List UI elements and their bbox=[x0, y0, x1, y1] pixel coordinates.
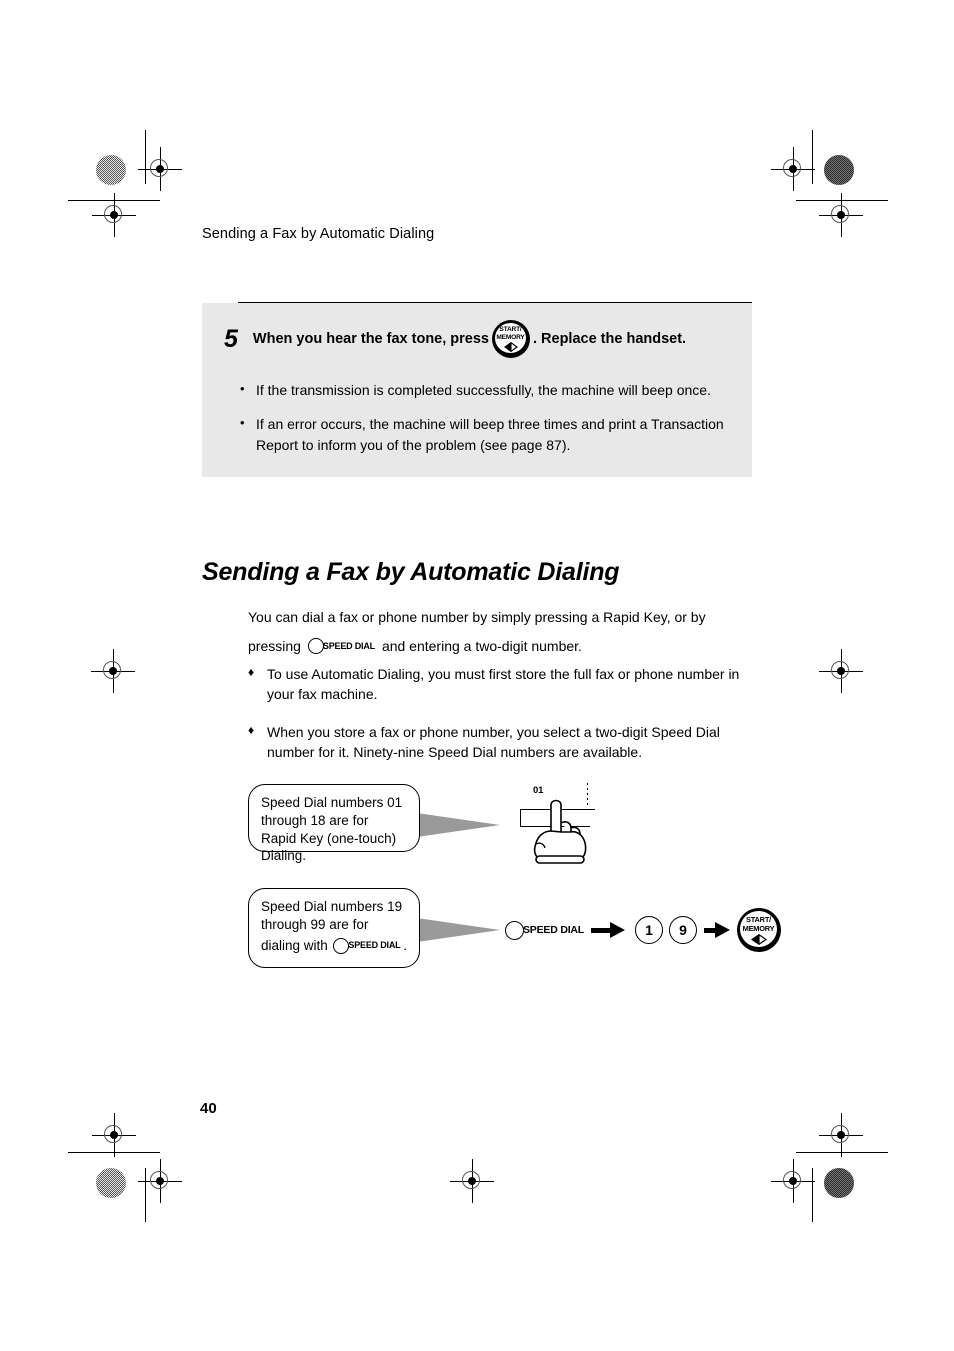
diamond-marker: ♦ bbox=[248, 722, 255, 737]
callout-rapid-key-text: Speed Dial numbers 01 through 18 are for… bbox=[261, 795, 403, 864]
start-diamond-icon bbox=[751, 934, 768, 945]
speed-dial-key-icon[interactable]: SPEED DIAL bbox=[505, 920, 585, 940]
intro-paragraph: You can dial a fax or phone number by si… bbox=[248, 607, 743, 657]
sequence-arrow-icon bbox=[704, 922, 731, 938]
callout-arrow-rapid-key bbox=[410, 812, 500, 838]
diamond-bullet-text: To use Automatic Dialing, you must first… bbox=[267, 666, 740, 703]
registration-halftone-bottom-right bbox=[824, 1168, 854, 1198]
callout-speed-dial-line3: dialing with SPEED DIAL . bbox=[261, 937, 407, 955]
intro-line-2: pressing SPEED DIAL and entering a two-d… bbox=[248, 636, 743, 656]
diamond-bullet-text: When you store a fax or phone number, yo… bbox=[267, 723, 720, 760]
bullet-marker: • bbox=[240, 415, 245, 431]
crop-line-vertical-top-right bbox=[812, 130, 813, 184]
callout-arrow-speed-dial bbox=[410, 917, 500, 943]
running-header: Sending a Fax by Automatic Dialing bbox=[202, 226, 435, 242]
speed-dial-circle-icon bbox=[333, 937, 350, 954]
rapid-key-illustration: 01 bbox=[500, 783, 620, 873]
registration-target-mid-left bbox=[91, 649, 135, 693]
crop-line-vertical-bottom-left bbox=[145, 1168, 146, 1222]
registration-target-bottom-left-lower bbox=[138, 1159, 182, 1203]
start-diamond-icon bbox=[504, 342, 518, 352]
callout-speed-dial-line3-before: dialing with bbox=[261, 937, 328, 953]
registration-target-top-left-upper bbox=[138, 147, 182, 191]
crop-line-horizontal-bottom-right bbox=[796, 1152, 888, 1153]
callout-speed-dial: Speed Dial numbers 19 through 99 are for… bbox=[248, 888, 420, 968]
sequence-arrow-icon bbox=[591, 922, 626, 938]
speed-dial-key-icon[interactable]: SPEED DIAL bbox=[333, 937, 401, 954]
digit-key-9[interactable]: 9 bbox=[669, 916, 698, 944]
speed-dial-key-label: SPEED DIAL bbox=[348, 939, 401, 950]
start-memory-key-icon[interactable]: START/ MEMORY bbox=[491, 320, 530, 358]
callout-speed-dial-line2: through 99 are for bbox=[261, 916, 369, 932]
registration-target-top-right-upper bbox=[771, 147, 815, 191]
speed-dial-circle-icon bbox=[505, 920, 524, 940]
registration-halftone-top-left bbox=[96, 155, 126, 185]
registration-target-mid-right bbox=[819, 649, 863, 693]
step-heading-row: 5 When you hear the fax tone, press STAR… bbox=[202, 303, 752, 358]
registration-target-bottom-center bbox=[450, 1159, 494, 1203]
crop-line-vertical-bottom-right bbox=[812, 1168, 813, 1222]
registration-target-top-left-lower bbox=[92, 193, 136, 237]
page-title: Sending a Fax by Automatic Dialing bbox=[202, 558, 620, 586]
callout-rapid-key: Speed Dial numbers 01 through 18 are for… bbox=[248, 784, 420, 863]
step-title: When you hear the fax tone, press START/… bbox=[253, 320, 686, 358]
start-memory-key-line2: MEMORY bbox=[742, 923, 775, 933]
speed-dial-key-label: SPEED DIAL bbox=[322, 640, 375, 651]
crop-line-vertical-top-left bbox=[145, 130, 146, 184]
start-memory-key-icon[interactable]: START/ MEMORY bbox=[737, 908, 782, 952]
page-number: 40 bbox=[200, 1100, 217, 1117]
step-block: 5 When you hear the fax tone, press STAR… bbox=[202, 303, 752, 477]
intro-line-1: You can dial a fax or phone number by si… bbox=[248, 609, 706, 625]
speed-dial-key-label: SPEED DIAL bbox=[523, 924, 585, 936]
callout-speed-dial-line3-after: . bbox=[403, 937, 407, 953]
callout-speed-dial-line1: Speed Dial numbers 19 bbox=[261, 899, 403, 914]
start-memory-key-line2: MEMORY bbox=[496, 333, 525, 341]
registration-halftone-top-right bbox=[824, 155, 854, 185]
registration-target-bottom-left-upper bbox=[92, 1113, 136, 1157]
step-title-text-before: When you hear the fax tone, press bbox=[252, 331, 489, 347]
key-sequence-diagram: SPEED DIAL 1 9 START/ MEMORY bbox=[505, 905, 784, 955]
start-memory-key-line1: START/ bbox=[499, 326, 522, 333]
list-item: • If an error occurs, the machine will b… bbox=[240, 414, 724, 455]
registration-target-bottom-right-upper bbox=[819, 1113, 863, 1157]
diamond-bullet-list: ♦ To use Automatic Dialing, you must fir… bbox=[248, 664, 748, 779]
intro-line-2-before: pressing bbox=[248, 638, 301, 655]
digit-key-1[interactable]: 1 bbox=[635, 916, 664, 944]
registration-target-top-right-lower bbox=[819, 193, 863, 237]
list-item: ♦ When you store a fax or phone number, … bbox=[248, 722, 748, 763]
speed-dial-key-icon[interactable]: SPEED DIAL bbox=[307, 638, 375, 655]
step-number: 5 bbox=[224, 324, 238, 353]
registration-target-bottom-right-lower bbox=[771, 1159, 815, 1203]
pointing-hand-icon bbox=[533, 799, 587, 864]
step-title-text-after: . Replace the handset. bbox=[532, 331, 687, 347]
registration-halftone-bottom-left bbox=[96, 1168, 126, 1198]
bullet-text: If the transmission is completed success… bbox=[256, 382, 711, 398]
list-item: • If the transmission is completed succe… bbox=[240, 380, 724, 400]
list-item: ♦ To use Automatic Dialing, you must fir… bbox=[248, 664, 748, 705]
intro-line-2-after: and entering a two-digit number. bbox=[381, 638, 582, 655]
step-bullet-list: • If the transmission is completed succe… bbox=[202, 358, 752, 477]
bullet-marker: • bbox=[240, 381, 245, 396]
bullet-text: If an error occurs, the machine will bee… bbox=[256, 416, 724, 453]
crop-line-horizontal-top-right bbox=[796, 200, 888, 201]
diamond-marker: ♦ bbox=[248, 665, 255, 679]
speed-dial-circle-icon bbox=[307, 638, 324, 655]
